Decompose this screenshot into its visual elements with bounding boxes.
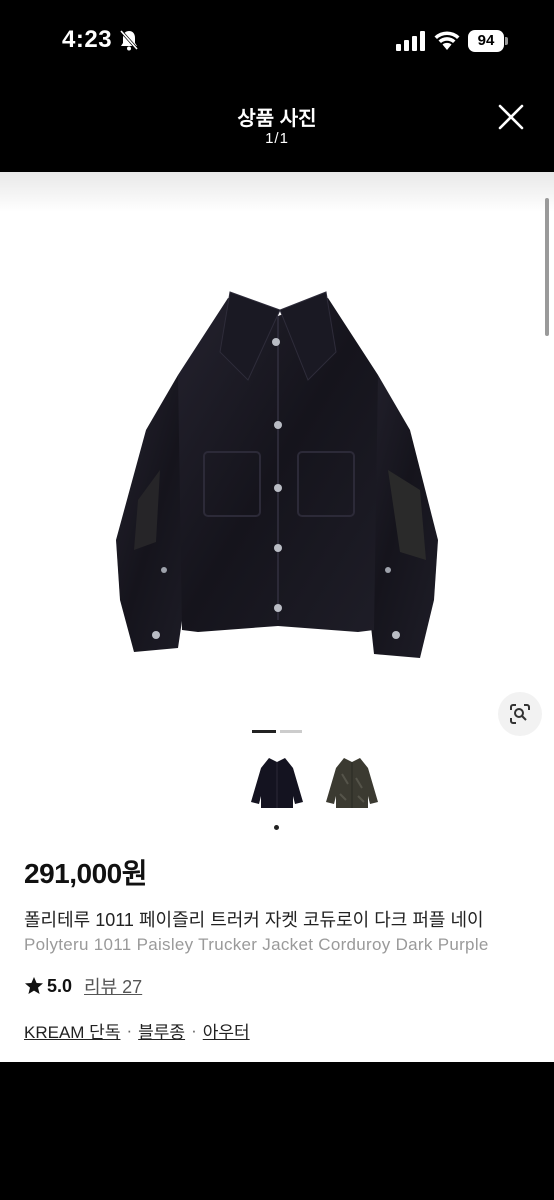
close-icon[interactable] [496, 102, 526, 132]
status-bar: 4:23 94 [0, 0, 554, 84]
star-icon [25, 977, 43, 994]
tag-blouson[interactable]: 블루종 [138, 1018, 185, 1043]
rating-row: 5.0 리뷰 27 [24, 974, 142, 998]
scrollbar[interactable] [545, 198, 549, 336]
product-tags: KREAM 단독 · 블루종 · 아우터 [24, 1018, 250, 1043]
bottom-area [0, 1062, 554, 1200]
status-time: 4:23 [62, 26, 113, 53]
product-name-korean: 폴리테루 1011 페이즐리 트러커 자켓 코듀로이 다크 퍼플 네이 [24, 910, 484, 930]
signal-icon [396, 31, 425, 51]
product-image[interactable] [108, 280, 448, 670]
wifi-icon [434, 31, 460, 50]
lens-search-icon [510, 704, 530, 724]
tag-outer[interactable]: 아우터 [203, 1018, 250, 1043]
image-counter: 1/1 [265, 130, 289, 147]
jacket-dark-thumbnail[interactable] [247, 754, 307, 814]
viewer-header: 상품 사진 1/1 [0, 84, 554, 172]
product-name-english: Polyteru 1011 Paisley Trucker Jacket Cor… [24, 935, 489, 954]
lens-search-button[interactable] [498, 692, 542, 736]
product-price: 291,000원 [24, 858, 147, 889]
tag-kream-exclusive[interactable]: KREAM 단독 [24, 1018, 120, 1043]
pager-indicator [280, 730, 302, 733]
review-link[interactable]: 리뷰 27 [84, 973, 142, 999]
product-sheet: 291,000원 폴리테루 1011 페이즐리 트러커 자켓 코듀로이 다크 퍼… [0, 172, 554, 1062]
tag-separator: · [191, 1020, 197, 1040]
thumbnail-selected-dot [274, 825, 279, 830]
rating-value: 5.0 [47, 975, 73, 996]
battery-level: 94 [468, 30, 504, 52]
page-title: 상품 사진 [237, 108, 317, 130]
jacket-olive-thumbnail[interactable] [322, 754, 382, 814]
battery-icon: 94 [468, 30, 508, 52]
tag-separator: · [126, 1020, 133, 1040]
bell-slash-icon [119, 30, 139, 51]
pager-indicator-active [252, 730, 276, 733]
